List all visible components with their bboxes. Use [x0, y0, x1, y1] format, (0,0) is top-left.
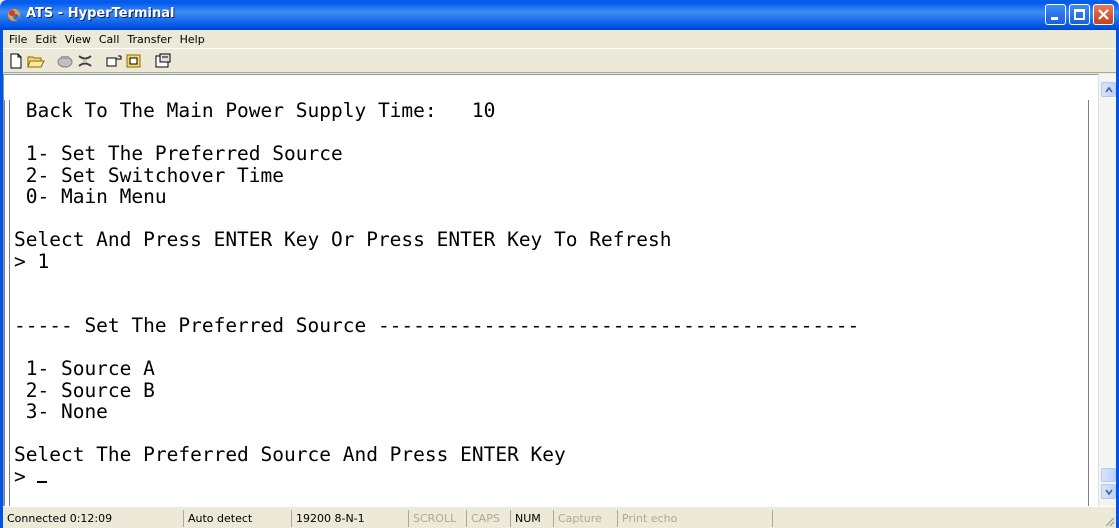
open-icon[interactable] [27, 53, 45, 69]
minimize-icon [1051, 17, 1058, 20]
text-cursor [37, 480, 48, 483]
terminal-line: 0- Main Menu [14, 185, 167, 208]
properties-icon[interactable] [154, 53, 172, 69]
status-detect: Auto detect [183, 510, 291, 527]
receive-icon[interactable] [125, 53, 143, 69]
terminal-line: 1- Source A [14, 357, 155, 380]
title-bar[interactable]: ATS - HyperTerminal [0, 0, 1119, 30]
maximize-button[interactable] [1069, 4, 1090, 25]
terminal-gutter [4, 100, 10, 506]
status-num: NUM [510, 510, 553, 527]
resize-grip-icon[interactable] [1103, 515, 1115, 527]
minimize-button[interactable] [1045, 4, 1066, 25]
status-print-echo: Print echo [617, 510, 772, 527]
status-connected: Connected 0:12:09 [7, 512, 113, 525]
menu-view[interactable]: View [62, 33, 96, 46]
terminal-prompt: > [14, 464, 38, 488]
status-bar: Connected 0:12:09 Auto detect 19200 8-N-… [3, 506, 1116, 528]
disconnect-icon[interactable] [76, 53, 94, 69]
terminal-prompt-line: > [14, 464, 1089, 488]
close-button[interactable] [1093, 4, 1114, 25]
scroll-down-button[interactable] [1101, 484, 1116, 499]
menu-bar: File Edit View Call Transfer Help [3, 30, 1116, 48]
hyperterminal-icon [8, 9, 20, 21]
call-icon[interactable] [56, 53, 74, 69]
terminal-line: 2- Source B [14, 378, 155, 402]
send-icon[interactable] [105, 53, 123, 69]
close-icon [1098, 9, 1109, 20]
chevron-up-icon [1105, 86, 1113, 93]
terminal-line: 2- Set Switchover Time [14, 163, 285, 187]
terminal-line: Select And Press ENTER Key Or Press ENTE… [14, 228, 672, 251]
status-caps: CAPS [466, 510, 510, 527]
chevron-down-icon [1105, 489, 1113, 496]
maximize-icon [1074, 9, 1085, 20]
vertical-scrollbar[interactable] [1098, 74, 1116, 506]
toolbar [3, 48, 1116, 73]
status-capture: Capture [553, 510, 617, 527]
terminal-line: Back To The Main Power Supply Time: 10 [14, 100, 496, 122]
scroll-up-button[interactable] [1101, 82, 1116, 97]
menu-call[interactable]: Call [96, 33, 125, 46]
menu-edit[interactable]: Edit [32, 33, 61, 46]
menu-file[interactable]: File [6, 33, 32, 46]
new-icon[interactable] [7, 53, 25, 69]
menu-help[interactable]: Help [177, 33, 210, 46]
window-title: ATS - HyperTerminal [26, 6, 175, 21]
terminal-line: ----- Set The Preferred Source ---------… [14, 314, 860, 337]
terminal-line: > 1 [14, 249, 50, 273]
terminal-line: 3- None [14, 400, 108, 423]
menu-transfer[interactable]: Transfer [124, 33, 176, 46]
status-empty [772, 510, 1092, 527]
scroll-thumb[interactable] [1101, 468, 1116, 482]
terminal-line: 1- Set The Preferred Source [14, 142, 343, 165]
status-port: 19200 8-N-1 [291, 510, 408, 527]
status-scroll: SCROLL [408, 510, 466, 527]
terminal-line: Select The Preferred Source And Press EN… [14, 443, 566, 466]
terminal-output[interactable]: Back To The Main Power Supply Time: 10 1… [14, 100, 1089, 500]
